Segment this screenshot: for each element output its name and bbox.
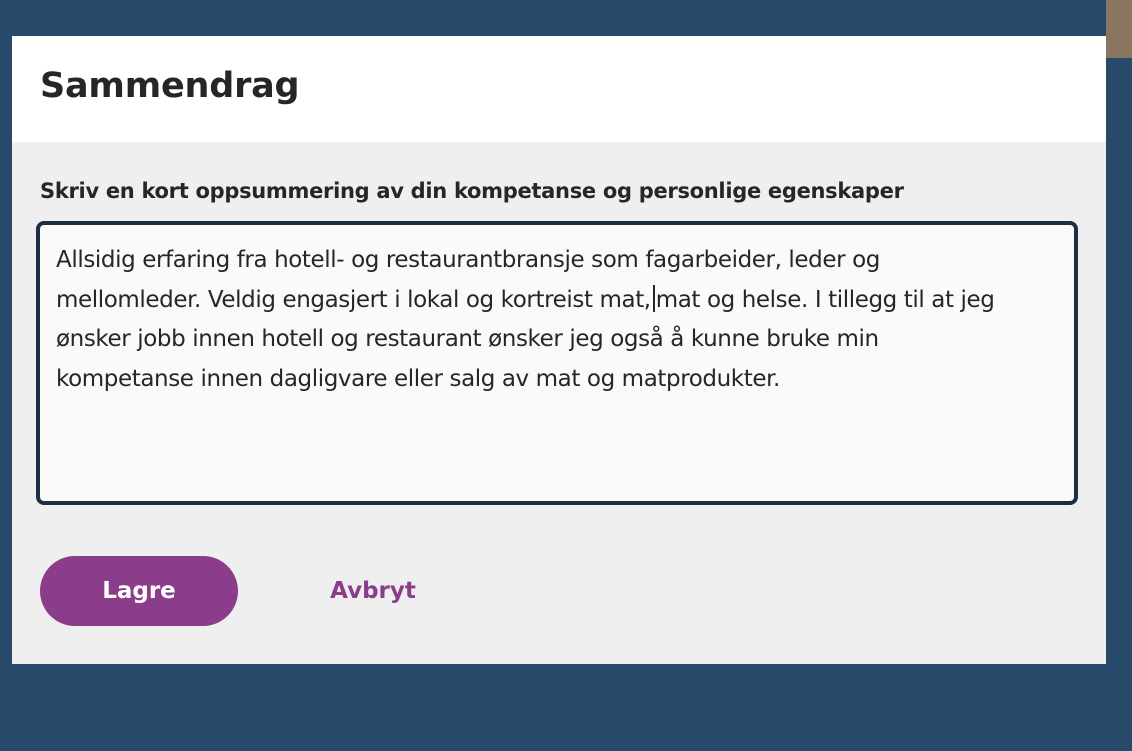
save-button[interactable]: Lagre <box>40 556 238 626</box>
dialog-header: Sammendrag <box>12 36 1106 142</box>
summary-line-2-start: mellomleder. Veldig engasjert i lokal og… <box>56 286 651 313</box>
summary-line-4: kompetanse innen dagligvare eller salg a… <box>56 365 780 392</box>
summary-field-label: Skriv en kort oppsummering av din kompet… <box>40 179 904 203</box>
summary-dialog: Sammendrag Skriv en kort oppsummering av… <box>12 36 1106 664</box>
summary-text: Allsidig erfaring fra hotell- og restaur… <box>56 241 1066 399</box>
page-backdrop: Sammendrag Skriv en kort oppsummering av… <box>0 0 1132 751</box>
summary-line-2-end: mat og helse. I tillegg til at jeg <box>655 286 995 313</box>
summary-line-3: ønsker jobb innen hotell og restaurant ø… <box>56 326 879 352</box>
background-window-edge <box>1106 0 1132 58</box>
dialog-title: Sammendrag <box>40 66 300 106</box>
cancel-button[interactable]: Avbryt <box>312 556 434 626</box>
text-caret <box>652 284 655 312</box>
summary-line-1: Allsidig erfaring fra hotell- og restaur… <box>56 247 880 273</box>
summary-textarea[interactable]: Allsidig erfaring fra hotell- og restaur… <box>36 221 1078 505</box>
